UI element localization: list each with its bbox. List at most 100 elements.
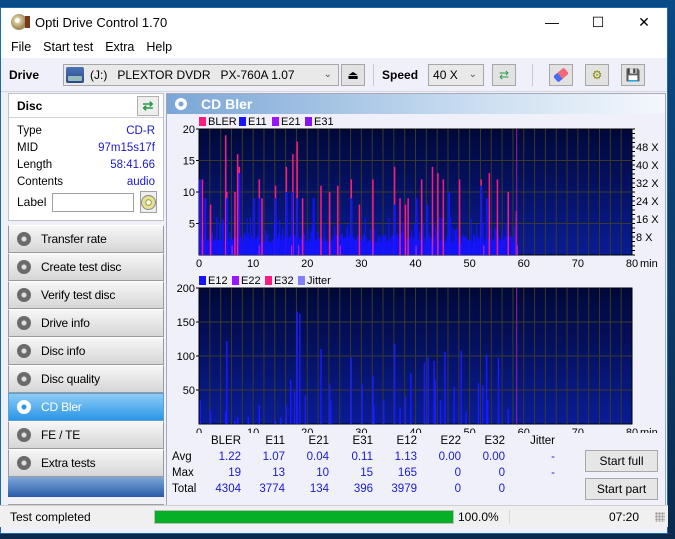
close-button[interactable]: ✕ bbox=[621, 8, 667, 36]
x-axis-unit: min bbox=[640, 258, 658, 270]
disc-refresh-button[interactable]: ⇄ bbox=[137, 95, 159, 116]
maximize-button[interactable]: ☐ bbox=[575, 8, 621, 36]
disc-label-input[interactable] bbox=[52, 192, 135, 212]
e11-bar bbox=[493, 238, 495, 255]
e12-bar bbox=[296, 311, 298, 424]
erase-button[interactable] bbox=[549, 63, 574, 86]
e12-bar bbox=[285, 404, 288, 424]
legend-swatch-jitter bbox=[298, 276, 305, 285]
y2-tick-label: 16 X bbox=[636, 214, 659, 226]
e11-bar bbox=[376, 241, 378, 255]
eject-button[interactable]: ⏏ bbox=[341, 63, 366, 86]
menu-start-test[interactable]: Start test bbox=[37, 40, 99, 54]
disc-contents-value: audio bbox=[126, 175, 155, 188]
menu-help[interactable]: Help bbox=[140, 40, 178, 54]
e11-bar bbox=[468, 239, 470, 255]
nav-fe-te[interactable]: FE / TE bbox=[8, 421, 164, 449]
stat-cell: - bbox=[551, 451, 555, 463]
e11-bar bbox=[454, 230, 456, 255]
e11-bar bbox=[250, 235, 253, 255]
e11-bar bbox=[226, 198, 229, 255]
resize-grip[interactable] bbox=[655, 511, 665, 522]
e11-bar bbox=[345, 237, 347, 255]
nav-transfer-rate[interactable]: Transfer rate bbox=[8, 225, 164, 253]
stat-cell: 0.11 bbox=[351, 451, 373, 463]
e12-bar bbox=[423, 362, 426, 424]
e11-bar bbox=[436, 231, 438, 255]
menu-extra[interactable]: Extra bbox=[99, 40, 140, 54]
eject-icon: ⏏ bbox=[347, 67, 359, 82]
e11-bar bbox=[385, 234, 387, 255]
nav-disc-info[interactable]: Disc info bbox=[8, 337, 164, 365]
nav-verify-test-disc[interactable]: Verify test disc bbox=[8, 281, 164, 309]
e11-bar bbox=[388, 218, 390, 255]
speed-select[interactable]: 40 X ⌄ bbox=[428, 63, 485, 86]
stat-cell: 0 bbox=[498, 467, 505, 479]
settings-button[interactable]: ⚙ bbox=[585, 63, 610, 86]
menu-file[interactable]: File bbox=[5, 40, 37, 54]
e11-bar bbox=[503, 239, 505, 255]
e11-bar bbox=[446, 235, 448, 255]
e11-bar bbox=[418, 231, 420, 255]
e11-bar bbox=[371, 240, 373, 255]
nav-disc-quality[interactable]: Disc quality bbox=[8, 365, 164, 393]
e11-bar bbox=[326, 240, 328, 255]
nav-drive-info[interactable]: Drive info bbox=[8, 309, 164, 337]
e11-bar bbox=[392, 234, 394, 255]
chevron-down-icon: ⌄ bbox=[323, 69, 333, 80]
disc-mid-key: MID bbox=[17, 141, 39, 154]
drive-select[interactable]: (J:) PLEXTOR DVDR PX-760A 1.07 ⌄ bbox=[63, 63, 340, 86]
e11-bar bbox=[204, 198, 207, 255]
e11-bar bbox=[242, 242, 244, 255]
bler-bar bbox=[407, 198, 409, 255]
e11-bar bbox=[475, 240, 477, 255]
disc-contents-key: Contents bbox=[17, 175, 64, 188]
bler-bar bbox=[399, 198, 401, 255]
e11-bar bbox=[469, 240, 471, 255]
e11-bar bbox=[271, 241, 273, 255]
nav-extra-tests[interactable]: Extra tests bbox=[8, 449, 164, 477]
nav-cd-bler[interactable]: CD Bler bbox=[8, 393, 164, 421]
stat-cell: 3774 bbox=[259, 483, 285, 495]
e11-bar bbox=[450, 217, 452, 255]
e11-bar bbox=[284, 235, 286, 255]
e11-bar bbox=[471, 242, 473, 255]
stat-cell: 134 bbox=[309, 483, 329, 495]
disc-length-row: Length 58:41.66 bbox=[9, 156, 163, 173]
e11-bar bbox=[285, 192, 288, 255]
e11-bar bbox=[342, 238, 345, 255]
nav-label: Disc info bbox=[41, 344, 86, 358]
e11-bar bbox=[457, 237, 459, 255]
disc-mid-value: 97m15s17f bbox=[98, 141, 155, 154]
e11-bar bbox=[384, 235, 386, 255]
e12-bar bbox=[404, 396, 407, 424]
e11-bar bbox=[419, 239, 421, 255]
nav-label: Drive info bbox=[41, 316, 90, 330]
e11-bar bbox=[390, 237, 392, 255]
start-full-button[interactable]: Start full bbox=[585, 450, 658, 472]
start-part-button[interactable]: Start part bbox=[585, 478, 658, 500]
bler-chart: BLER E11 E21 E31 5 10 15 20 0 10 20 30 40 50 60 70 80 min… bbox=[183, 116, 660, 270]
bler-bar bbox=[458, 179, 461, 255]
refresh-speed-button[interactable]: ⇄ bbox=[492, 63, 517, 86]
e21-bar bbox=[372, 245, 374, 255]
e12-bar bbox=[199, 400, 202, 424]
minimize-button[interactable]: — bbox=[529, 8, 575, 36]
e11-bar bbox=[327, 242, 329, 255]
nav-create-test-disc[interactable]: Create test disc bbox=[8, 253, 164, 281]
e11-bar bbox=[455, 229, 457, 255]
e11-bar bbox=[366, 242, 368, 255]
e11-bar bbox=[334, 226, 336, 255]
e12-bar bbox=[482, 385, 484, 424]
e11-bar bbox=[361, 239, 363, 255]
save-button[interactable]: 💾 bbox=[621, 63, 646, 86]
stat-cell bbox=[505, 481, 555, 497]
disc-label-button[interactable] bbox=[140, 191, 158, 213]
e11-bar bbox=[266, 233, 268, 255]
e11-bar bbox=[383, 236, 385, 255]
stat-cell: 1.13 bbox=[394, 451, 417, 463]
e11-bar bbox=[380, 242, 382, 255]
e11-bar bbox=[414, 224, 416, 255]
e11-bar bbox=[338, 237, 340, 255]
y2-tick-label: 32 X bbox=[636, 178, 659, 190]
